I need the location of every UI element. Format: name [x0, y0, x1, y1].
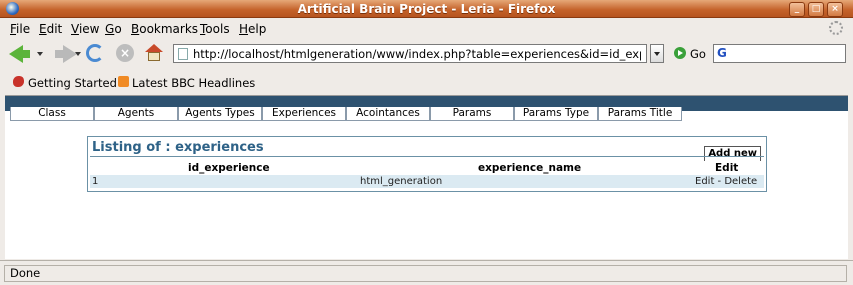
close-button[interactable]: ×	[827, 2, 843, 17]
search-input[interactable]: G	[713, 44, 846, 63]
go-arrow-icon[interactable]	[674, 47, 686, 59]
minimize-button[interactable]: _	[789, 2, 805, 17]
add-new-button[interactable]: Add new	[704, 146, 761, 161]
url-input[interactable]	[193, 46, 641, 61]
reload-icon[interactable]	[86, 44, 104, 62]
tab-params-title[interactable]: Params Title	[598, 107, 682, 121]
status-bar: Done	[0, 260, 853, 285]
back-arrow-icon[interactable]	[9, 45, 23, 63]
bookmark-getting-started[interactable]: Getting Started	[28, 76, 117, 90]
row-edit-delete-links[interactable]: Edit - Delete	[695, 176, 757, 187]
tab-experiences[interactable]: Experiences	[262, 107, 346, 121]
menu-view[interactable]: View	[71, 22, 99, 36]
back-button[interactable]	[22, 50, 30, 58]
tab-acointances[interactable]: Acointances	[346, 107, 430, 121]
maximize-button[interactable]: □	[808, 2, 824, 17]
url-bar[interactable]	[173, 44, 647, 63]
column-header-edit: Edit	[715, 162, 739, 174]
menu-bar: File Edit View Go Bookmarks Tools Help	[0, 20, 853, 38]
column-header-experience-name: experience_name	[478, 162, 582, 174]
firefox-red-icon	[13, 76, 24, 87]
cell-id-experience: 1	[92, 176, 99, 187]
go-button[interactable]: Go	[690, 47, 706, 61]
home-icon[interactable]	[145, 44, 163, 62]
cell-experience-name: html_generation	[360, 176, 443, 187]
stop-icon[interactable]: ×	[116, 44, 134, 62]
forward-history-dropdown-icon[interactable]	[75, 52, 81, 56]
status-text: Done	[4, 265, 847, 282]
tab-agents[interactable]: Agents	[94, 107, 178, 121]
listing-title-divider	[90, 156, 764, 157]
tab-params[interactable]: Params	[430, 107, 514, 121]
menu-bookmarks[interactable]: Bookmarks	[131, 22, 198, 36]
rss-feed-icon	[118, 76, 129, 87]
bookmark-latest-bbc-headlines[interactable]: Latest BBC Headlines	[132, 76, 255, 90]
menu-tools[interactable]: Tools	[200, 22, 230, 36]
tab-params-type[interactable]: Params Type	[514, 107, 598, 121]
menu-help[interactable]: Help	[239, 22, 266, 36]
bookmarks-toolbar: Getting Started Latest BBC Headlines	[0, 72, 853, 92]
listing-panel: Listing of : experiences Add new id_expe…	[87, 136, 767, 192]
menu-go[interactable]: Go	[105, 22, 122, 36]
activity-throbber-icon	[829, 21, 843, 35]
forward-button[interactable]	[55, 50, 63, 58]
listing-title: Listing of : experiences	[92, 140, 264, 155]
page-content: Class Agents Agents Types Experiences Ac…	[5, 95, 848, 259]
window-title: Artificial Brain Project - Leria - Firef…	[297, 2, 556, 16]
window-titlebar: Artificial Brain Project - Leria - Firef…	[0, 0, 853, 18]
column-header-id-experience: id_experience	[188, 162, 270, 174]
page-icon	[178, 48, 188, 60]
menu-edit[interactable]: Edit	[39, 22, 62, 36]
menu-file[interactable]: File	[10, 22, 30, 36]
table-row: 1 html_generation Edit - Delete	[90, 175, 764, 188]
back-history-dropdown-icon[interactable]	[37, 52, 43, 56]
tab-agents-types[interactable]: Agents Types	[178, 107, 262, 121]
google-search-icon[interactable]: G	[717, 46, 727, 60]
url-history-dropdown[interactable]	[650, 44, 664, 63]
tab-class[interactable]: Class	[10, 107, 94, 121]
